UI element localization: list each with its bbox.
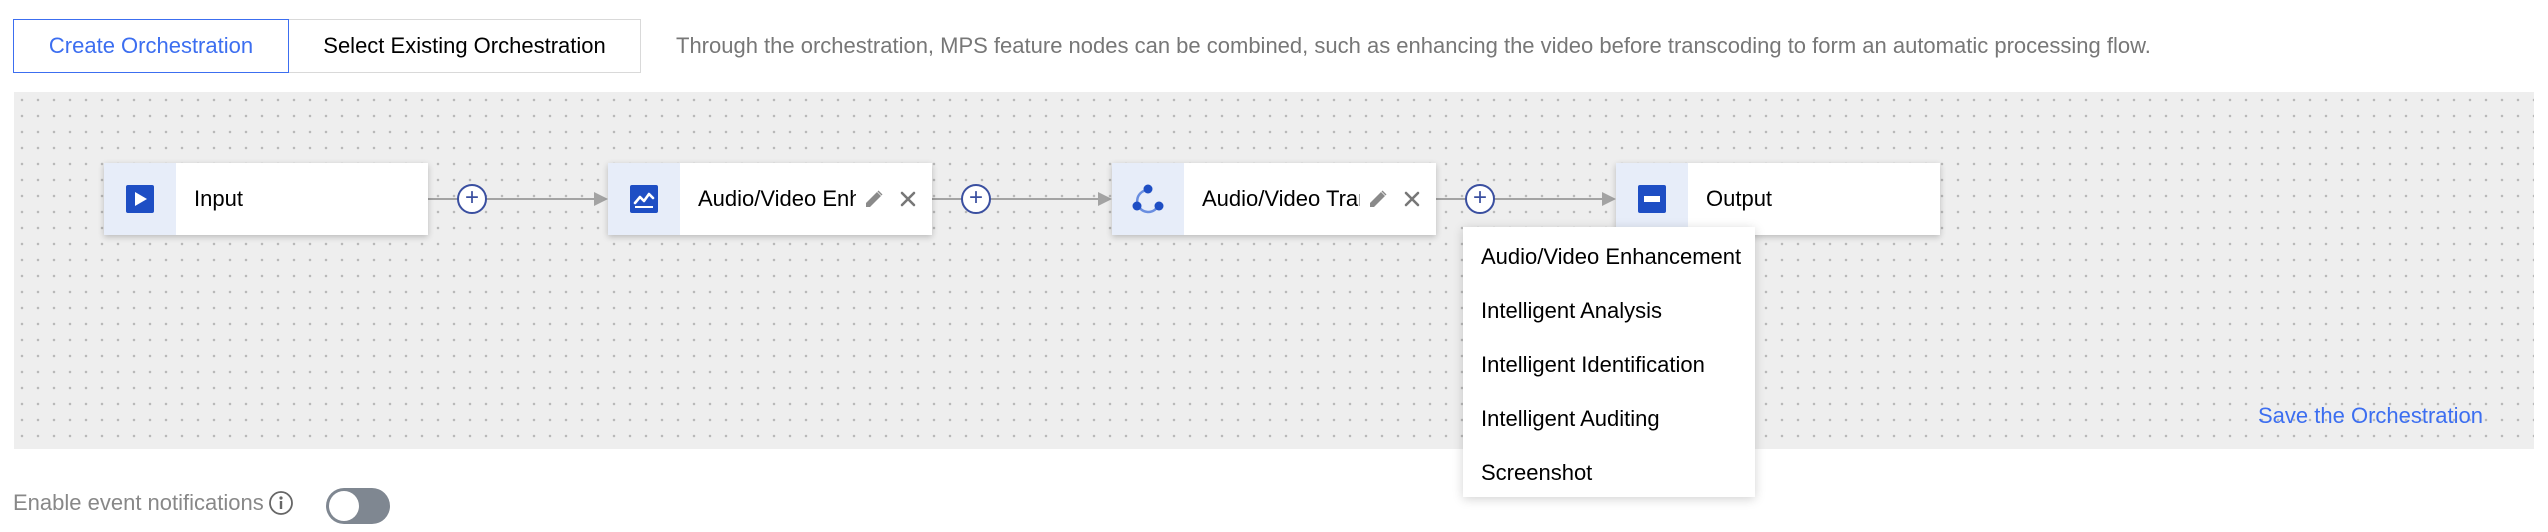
- add-node-button[interactable]: +: [1465, 184, 1495, 214]
- toggle-knob: [329, 491, 359, 521]
- node-label: Output: [1706, 186, 1773, 211]
- node-label: Audio/Video Tran: [1202, 186, 1360, 211]
- add-node-button[interactable]: +: [457, 184, 487, 214]
- output-icon: [1616, 163, 1688, 235]
- menu-item-screenshot[interactable]: Screenshot: [1463, 446, 1755, 500]
- flow-node-output[interactable]: Output: [1616, 163, 1940, 235]
- connector-arrow: [1602, 192, 1616, 206]
- select-existing-orchestration-tab[interactable]: Select Existing Orchestration: [288, 19, 641, 73]
- connector-line: [932, 198, 1100, 200]
- create-orchestration-tab[interactable]: Create Orchestration: [13, 19, 289, 73]
- info-icon[interactable]: [268, 490, 294, 516]
- orchestration-description: Through the orchestration, MPS feature n…: [676, 33, 2151, 58]
- node-actions: [1360, 187, 1436, 211]
- transcode-icon: [1112, 163, 1184, 235]
- add-node-button[interactable]: +: [961, 184, 991, 214]
- flow-node-enhancement[interactable]: Audio/Video Enh: [608, 163, 932, 235]
- flow-node-input[interactable]: Input: [104, 163, 428, 235]
- connector-arrow: [594, 192, 608, 206]
- edit-icon[interactable]: [1366, 187, 1390, 211]
- connector-arrow: [1098, 192, 1112, 206]
- node-label: Input: [194, 186, 243, 211]
- node-actions: [856, 187, 932, 211]
- connector-line: [428, 198, 596, 200]
- orchestration-mode-tabs: Create Orchestration Select Existing Orc…: [13, 19, 641, 73]
- menu-item-audio-video-enhancement[interactable]: Audio/Video Enhancement: [1463, 230, 1755, 284]
- event-notifications-toggle[interactable]: [326, 488, 390, 524]
- edit-icon[interactable]: [862, 187, 886, 211]
- event-notifications-label: Enable event notifications: [13, 490, 264, 515]
- close-icon[interactable]: [896, 187, 920, 211]
- close-icon[interactable]: [1400, 187, 1424, 211]
- save-orchestration-link[interactable]: Save the Orchestration: [2258, 403, 2483, 429]
- enhance-icon: [608, 163, 680, 235]
- connector-line: [1436, 198, 1604, 200]
- play-icon: [104, 163, 176, 235]
- orchestration-canvas: [14, 92, 2534, 449]
- event-notifications-row: Enable event notifications: [13, 490, 294, 516]
- menu-item-intelligent-identification[interactable]: Intelligent Identification: [1463, 338, 1755, 392]
- flow-node-transcoding[interactable]: Audio/Video Tran: [1112, 163, 1436, 235]
- add-node-menu: Audio/Video Enhancement Intelligent Anal…: [1463, 227, 1755, 497]
- menu-item-intelligent-auditing[interactable]: Intelligent Auditing: [1463, 392, 1755, 446]
- node-label: Audio/Video Enh: [698, 186, 856, 211]
- menu-item-intelligent-analysis[interactable]: Intelligent Analysis: [1463, 284, 1755, 338]
